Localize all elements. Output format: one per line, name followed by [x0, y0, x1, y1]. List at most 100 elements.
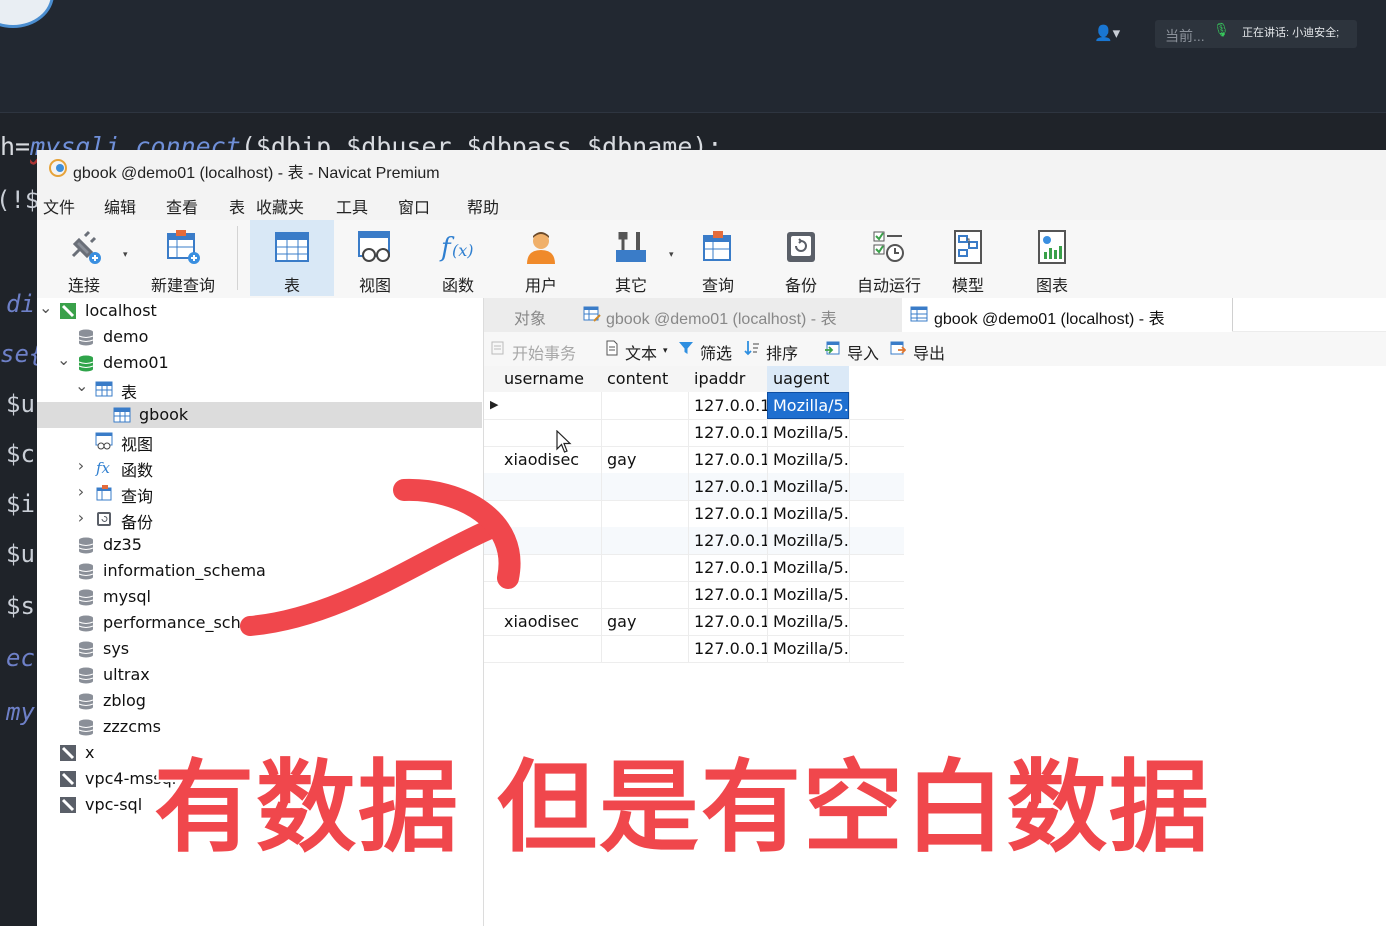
toolbar-button-automation[interactable]: 自动运行 [848, 220, 930, 296]
tree-item-table[interactable]: gbook [37, 402, 482, 428]
tab-gbook-2[interactable]: gbook @demo01 (localhost) - 表 [902, 298, 1232, 332]
tree-item-queries-folder[interactable]: › 查询 [37, 480, 482, 506]
export-button[interactable]: 导出 [913, 340, 945, 364]
table-cell-content[interactable] [601, 500, 689, 527]
table-cell-uagent[interactable]: Mozilla/5.0 [767, 446, 850, 473]
sort-button[interactable]: 排序 [766, 340, 798, 364]
table-cell-username[interactable]: xiaodisec [498, 608, 602, 635]
table-cell-uagent[interactable]: Mozilla/5.0 [767, 635, 850, 662]
table-cell-ipaddr[interactable]: 127.0.0.1 [688, 500, 768, 527]
column-header[interactable]: content [601, 366, 688, 392]
other-dropdown-caret-icon[interactable]: ▾ [669, 250, 674, 260]
toolbar-button-plug[interactable]: 连接 [47, 220, 121, 296]
table-cell-username[interactable] [498, 635, 602, 662]
chevron-right-icon[interactable]: › [75, 456, 87, 475]
chevron-right-icon[interactable]: › [75, 482, 87, 501]
table-cell-uagent[interactable]: Mozilla/5.0 [767, 527, 850, 554]
text-button[interactable]: 文本 [625, 340, 657, 364]
table-cell-content[interactable] [601, 554, 689, 581]
menu-item[interactable]: 窗口 [398, 194, 430, 218]
table-cell-username[interactable] [498, 392, 602, 419]
tree-item-database[interactable]: information_schema [37, 558, 482, 584]
menu-item[interactable]: 文件 [43, 194, 75, 218]
toolbar-button-view[interactable]: 视图 [338, 220, 412, 296]
toolbar-button-user[interactable]: 用户 [504, 220, 578, 296]
toolbar-button-function[interactable]: f (x) 函数 [421, 220, 495, 296]
tree-item-database-open[interactable]: ⌄ demo01 [37, 350, 482, 376]
table-cell-content[interactable]: gay [601, 608, 689, 635]
tree-item-tables-folder[interactable]: ⌄ 表 [37, 376, 482, 402]
table-cell-ipaddr[interactable]: 127.0.0.1 [688, 581, 768, 608]
table-cell-ipaddr[interactable]: 127.0.0.1 [688, 635, 768, 662]
connect-dropdown-caret-icon[interactable]: ▾ [123, 250, 128, 260]
tree-item-database[interactable]: sys [37, 636, 482, 662]
text-dropdown-caret-icon[interactable]: ▾ [663, 346, 668, 356]
tree-item-database[interactable]: zblog [37, 688, 482, 714]
table-cell-ipaddr[interactable]: 127.0.0.1 [688, 392, 768, 419]
table-cell-content[interactable] [601, 581, 689, 608]
table-cell-content[interactable] [601, 392, 689, 419]
table-cell-ipaddr[interactable]: 127.0.0.1 [688, 608, 768, 635]
table-cell-username[interactable]: xiaodisec [498, 446, 602, 473]
tree-item-functions-folder[interactable]: › fx 函数 [37, 454, 482, 480]
menu-item[interactable]: 收藏夹 [256, 194, 304, 218]
menu-item[interactable]: 帮助 [467, 194, 499, 218]
table-cell-content[interactable] [601, 635, 689, 662]
table-cell-username[interactable] [498, 581, 602, 608]
table-cell-uagent[interactable]: Mozilla/5.0 [767, 554, 850, 581]
menu-item[interactable]: 工具 [336, 194, 368, 218]
chevron-down-icon[interactable]: ⌄ [75, 376, 88, 395]
table-cell-ipaddr[interactable]: 127.0.0.1 [688, 446, 768, 473]
table-cell-uagent[interactable]: Mozilla/5.0 [767, 392, 850, 419]
table-row[interactable]: 127.0.0.1 Mozilla/5.0 [484, 554, 904, 582]
table-row[interactable]: 127.0.0.1 Mozilla/5.0 [484, 581, 904, 609]
toolbar-button-table[interactable]: 表 [250, 220, 334, 296]
tree-item-database[interactable]: demo [37, 324, 482, 350]
tree-item-connection[interactable]: ⌄ localhost [37, 298, 482, 324]
menu-item[interactable]: 查看 [166, 194, 198, 218]
table-cell-username[interactable] [498, 419, 602, 446]
table-cell-content[interactable] [601, 527, 689, 554]
table-row[interactable]: 127.0.0.1 Mozilla/5.0 [484, 473, 904, 501]
table-cell-content[interactable] [601, 473, 689, 500]
table-row[interactable]: 127.0.0.1 Mozilla/5.0 [484, 527, 904, 555]
table-cell-uagent[interactable]: Mozilla/5.0 [767, 473, 850, 500]
toolbar-button-tools[interactable]: 其它 [594, 220, 668, 296]
user-menu-button[interactable]: 👤▾ [1094, 24, 1120, 42]
tree-item-database[interactable]: ultrax [37, 662, 482, 688]
table-cell-username[interactable] [498, 554, 602, 581]
table-cell-content[interactable]: gay [601, 446, 689, 473]
table-cell-ipaddr[interactable]: 127.0.0.1 [688, 419, 768, 446]
table-cell-username[interactable] [498, 473, 602, 500]
table-row[interactable]: ▶127.0.0.1Mozilla/5.0 [484, 392, 904, 420]
table-cell-ipaddr[interactable]: 127.0.0.1 [688, 554, 768, 581]
menu-item[interactable]: 表 [229, 194, 245, 218]
table-cell-uagent[interactable]: Mozilla/5.0 [767, 608, 850, 635]
begin-transaction-button[interactable]: 开始事务 [512, 340, 576, 364]
tree-item-backups-folder[interactable]: › 备份 [37, 506, 482, 532]
table-cell-username[interactable] [498, 527, 602, 554]
tree-item-database[interactable]: dz35 [37, 532, 482, 558]
table-row[interactable]: 127.0.0.1 Mozilla/5.0 [484, 419, 904, 447]
table-cell-uagent[interactable]: Mozilla/5.0 [767, 500, 850, 527]
toolbar-button-model[interactable]: 模型 [931, 220, 1005, 296]
chevron-right-icon[interactable]: › [75, 508, 87, 527]
table-row[interactable]: 127.0.0.1 Mozilla/5.0 [484, 500, 904, 528]
table-cell-uagent[interactable]: Mozilla/5.0 [767, 581, 850, 608]
tree-item-views-folder[interactable]: 视图 [37, 428, 482, 454]
menu-item[interactable]: 编辑 [104, 194, 136, 218]
table-cell-username[interactable] [498, 500, 602, 527]
table-row[interactable]: xiaodisec gay 127.0.0.1 Mozilla/5.0 [484, 446, 904, 474]
table-cell-ipaddr[interactable]: 127.0.0.1 [688, 527, 768, 554]
tab-objects[interactable]: 对象 [484, 298, 576, 332]
toolbar-button-new-query[interactable]: 新建查询 [135, 220, 231, 296]
chevron-down-icon[interactable]: ⌄ [57, 350, 70, 369]
tab-gbook-1[interactable]: gbook @demo01 (localhost) - 表 [577, 298, 901, 332]
column-header[interactable]: username [498, 366, 601, 392]
filter-button[interactable]: 筛选 [700, 340, 732, 364]
tree-item-database[interactable]: performance_schema [37, 610, 482, 636]
toolbar-button-backup[interactable]: 备份 [764, 220, 838, 296]
table-cell-uagent[interactable]: Mozilla/5.0 [767, 419, 850, 446]
table-row[interactable]: xiaodisec gay 127.0.0.1 Mozilla/5.0 [484, 608, 904, 636]
import-button[interactable]: 导入 [847, 340, 879, 364]
